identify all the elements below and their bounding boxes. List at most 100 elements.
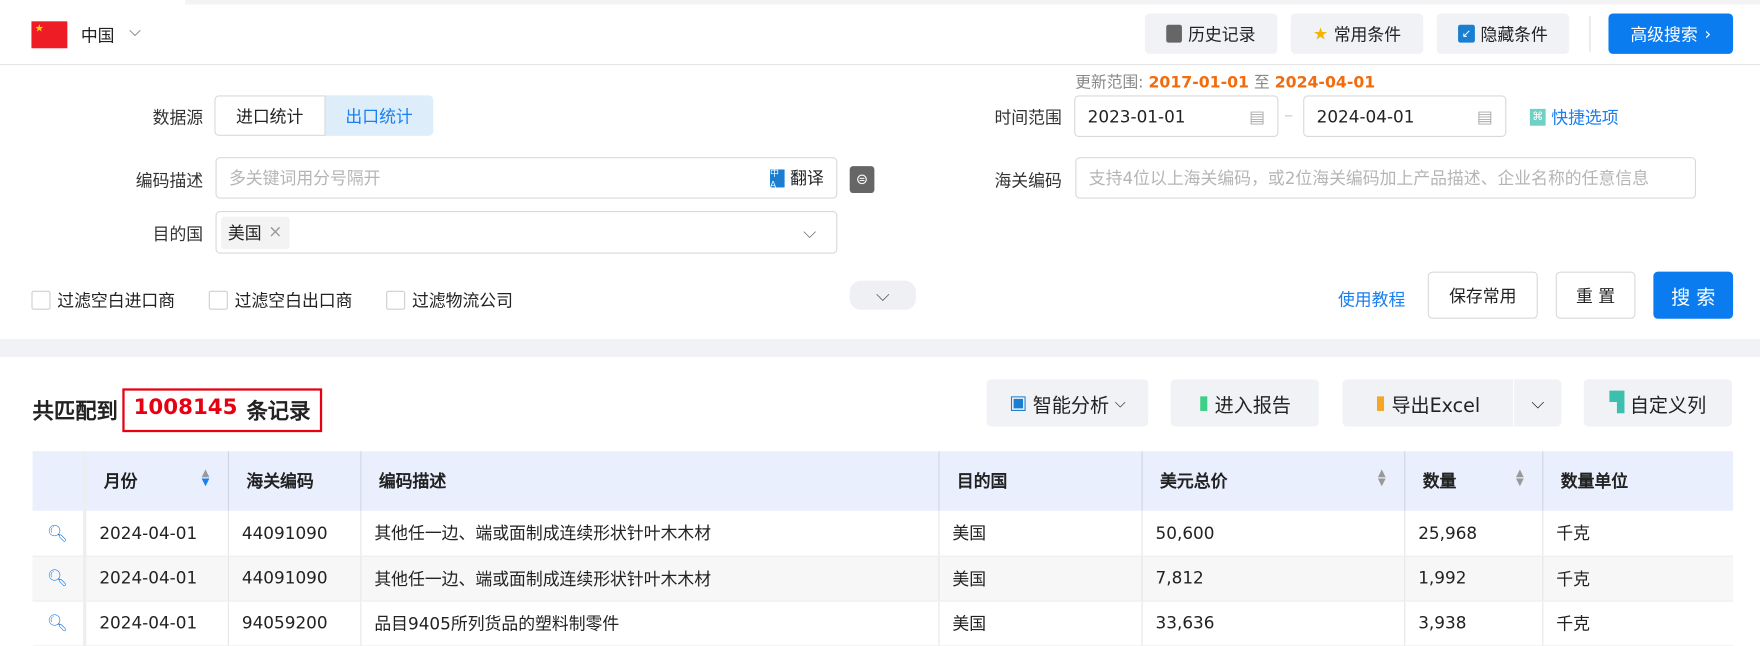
header-description: 编码描述 bbox=[359, 451, 939, 511]
results-table: 月份 ▲ ▼ 海关编码 编码描述 目的国 美元总价 ▲ ▼ 数量 ▲ ▼ 数量单位 🔍︎ 2… bbox=[32, 451, 1734, 646]
sort-icon[interactable]: ▲ ▼ bbox=[202, 469, 210, 488]
close-icon[interactable]: × bbox=[268, 221, 282, 245]
date-from-input[interactable]: 2023-01-01 ▤ bbox=[1074, 95, 1279, 137]
result-suffix: 条记录 bbox=[246, 399, 311, 425]
search-icon[interactable]: 🔍︎ bbox=[32, 555, 86, 602]
cell-hs-code: 94059200 bbox=[227, 600, 361, 646]
header-divider bbox=[0, 63, 1760, 66]
save-favorite-button[interactable]: 保存常用 bbox=[1427, 271, 1538, 319]
favorites-label: 常用条件 bbox=[1333, 24, 1402, 45]
china-flag-icon: ★ bbox=[31, 21, 68, 49]
time-range-label: 时间范围 bbox=[994, 107, 1062, 128]
sort-icon[interactable]: ▲ ▼ bbox=[1516, 469, 1524, 488]
smart-analysis-button[interactable]: ▣ 智能分析 ⌵ bbox=[986, 379, 1149, 427]
checkbox[interactable] bbox=[386, 290, 406, 310]
desc-input[interactable]: 多关键词用分号隔开 中A 翻译 bbox=[215, 157, 838, 199]
date-from-value: 2023-01-01 bbox=[1087, 106, 1186, 127]
filter-blank-importer[interactable]: 过滤空白进口商 bbox=[31, 288, 175, 312]
chevron-right-icon: › bbox=[1704, 23, 1712, 44]
search-button[interactable]: 搜 索 bbox=[1653, 271, 1734, 319]
table-row[interactable]: 🔍︎ 2024-04-01 44091090 其他任一边、端或面制成连续形状针叶木木… bbox=[32, 510, 1734, 557]
reset-button[interactable]: 重 置 bbox=[1555, 271, 1636, 319]
date-to-input[interactable]: 2024-04-01 ▤ bbox=[1303, 95, 1507, 137]
export-label: 导出Excel bbox=[1391, 394, 1481, 417]
chevron-down-icon[interactable]: ⌵ bbox=[129, 22, 141, 40]
result-count: 1008145 bbox=[133, 395, 238, 420]
calendar-icon: ▤ bbox=[1476, 106, 1493, 127]
header-quantity[interactable]: 数量 ▲ ▼ bbox=[1403, 451, 1543, 511]
header-destination: 目的国 bbox=[937, 451, 1142, 511]
desc-placeholder: 多关键词用分号隔开 bbox=[228, 168, 381, 189]
favorites-button[interactable]: ★ 常用条件 bbox=[1290, 13, 1424, 54]
header-action bbox=[32, 451, 86, 511]
dest-tag-label: 美国 bbox=[227, 222, 262, 244]
update-sep: 至 bbox=[1253, 74, 1270, 93]
code-lookup-icon[interactable]: ⊜ bbox=[849, 166, 875, 194]
tutorial-link[interactable]: 使用教程 bbox=[1338, 287, 1405, 311]
export-excel-button[interactable]: ▮ 导出Excel bbox=[1342, 379, 1514, 427]
dest-select[interactable]: 美国 × ⌵ bbox=[215, 211, 838, 254]
section-separator bbox=[0, 338, 1760, 357]
filter-blank-exporter[interactable]: 过滤空白出口商 bbox=[208, 288, 353, 312]
quick-options-link[interactable]: ⌘ 快捷选项 bbox=[1529, 106, 1619, 130]
hide-conditions-button[interactable]: ↙ 隐藏条件 bbox=[1436, 13, 1570, 54]
cell-quantity: 1,992 bbox=[1403, 555, 1543, 602]
bi-icon: ▣ bbox=[1009, 391, 1028, 415]
translate-icon: 中A bbox=[769, 168, 785, 189]
import-option[interactable]: 进口统计 bbox=[214, 95, 325, 136]
history-icon bbox=[1166, 24, 1183, 43]
custom-columns-button[interactable]: ▜ 自定义列 bbox=[1583, 379, 1732, 427]
history-label: 历史记录 bbox=[1188, 24, 1256, 45]
cell-unit: 千克 bbox=[1541, 510, 1734, 557]
export-option[interactable]: 出口统计 bbox=[324, 95, 434, 136]
search-icon[interactable]: 🔍︎ bbox=[32, 510, 86, 557]
history-button[interactable]: 历史记录 bbox=[1144, 13, 1278, 54]
cell-destination: 美国 bbox=[937, 555, 1142, 602]
cell-month: 2024-04-01 bbox=[83, 555, 228, 602]
header-month[interactable]: 月份 ▲ ▼ bbox=[83, 451, 228, 511]
advanced-search-button[interactable]: 高级搜索 › bbox=[1608, 13, 1734, 54]
cell-hs-code: 44091090 bbox=[227, 510, 361, 557]
export-icon: ▮ bbox=[1375, 391, 1386, 415]
header-usd-total[interactable]: 美元总价 ▲ ▼ bbox=[1140, 451, 1405, 511]
datasource-toggle: 进口统计 出口统计 bbox=[214, 95, 434, 136]
advanced-label: 高级搜索 bbox=[1630, 24, 1698, 45]
range-dash: – bbox=[1284, 104, 1294, 126]
result-prefix: 共匹配到 bbox=[32, 399, 118, 425]
chevron-down-icon: ⌵ bbox=[1114, 394, 1126, 412]
cell-destination: 美国 bbox=[937, 600, 1142, 646]
analysis-label: 智能分析 bbox=[1032, 394, 1110, 417]
header-hs-code: 海关编码 bbox=[227, 451, 361, 511]
header-label: 美元总价 bbox=[1160, 471, 1228, 492]
cell-description: 其他任一边、端或面制成连续形状针叶木木材 bbox=[359, 510, 939, 557]
translate-label: 翻译 bbox=[790, 168, 824, 189]
date-to-value: 2024-04-01 bbox=[1316, 106, 1415, 127]
country-selector[interactable]: 中国 bbox=[81, 24, 115, 48]
cell-description: 其他任一边、端或面制成连续形状针叶木木材 bbox=[359, 555, 939, 602]
translate-button[interactable]: 中A 翻译 bbox=[769, 166, 824, 190]
dest-label: 目的国 bbox=[152, 224, 204, 245]
hs-label: 海关编码 bbox=[994, 170, 1062, 191]
cell-description: 品目9405所列货品的塑料制零件 bbox=[359, 600, 939, 646]
checkbox[interactable] bbox=[31, 290, 51, 310]
search-icon[interactable]: 🔍︎ bbox=[32, 600, 86, 646]
hs-code-input[interactable]: 支持4位以上海关编码，或2位海关编码加上产品描述、企业名称的任意信息 bbox=[1075, 157, 1697, 199]
cell-usd-total: 33,636 bbox=[1140, 600, 1405, 646]
cell-destination: 美国 bbox=[937, 510, 1142, 557]
datasource-label: 数据源 bbox=[152, 107, 204, 128]
expand-chevron-icon[interactable]: ⌵ bbox=[849, 280, 916, 310]
header-label: 数量 bbox=[1422, 471, 1457, 492]
checkbox-label: 过滤空白出口商 bbox=[234, 290, 353, 311]
export-dropdown-chevron-icon[interactable]: ⌵ bbox=[1514, 379, 1562, 427]
quick-options-label: 快捷选项 bbox=[1551, 107, 1619, 128]
checkbox-label: 过滤物流公司 bbox=[411, 290, 513, 311]
checkbox[interactable] bbox=[208, 290, 228, 310]
update-range-label: 更新范围: bbox=[1075, 74, 1144, 93]
table-row[interactable]: 🔍︎ 2024-04-01 44091090 其他任一边、端或面制成连续形状针叶木木… bbox=[32, 555, 1734, 602]
columns-label: 自定义列 bbox=[1629, 394, 1707, 417]
table-row[interactable]: 🔍︎ 2024-04-01 94059200 品目9405所列货品的塑料制零件 美国 3… bbox=[32, 600, 1734, 646]
result-count-box: 1008145 条记录 bbox=[122, 388, 322, 433]
sort-icon[interactable]: ▲ ▼ bbox=[1378, 469, 1386, 488]
report-button[interactable]: ▮ 进入报告 bbox=[1170, 379, 1319, 427]
filter-logistics[interactable]: 过滤物流公司 bbox=[386, 288, 513, 312]
